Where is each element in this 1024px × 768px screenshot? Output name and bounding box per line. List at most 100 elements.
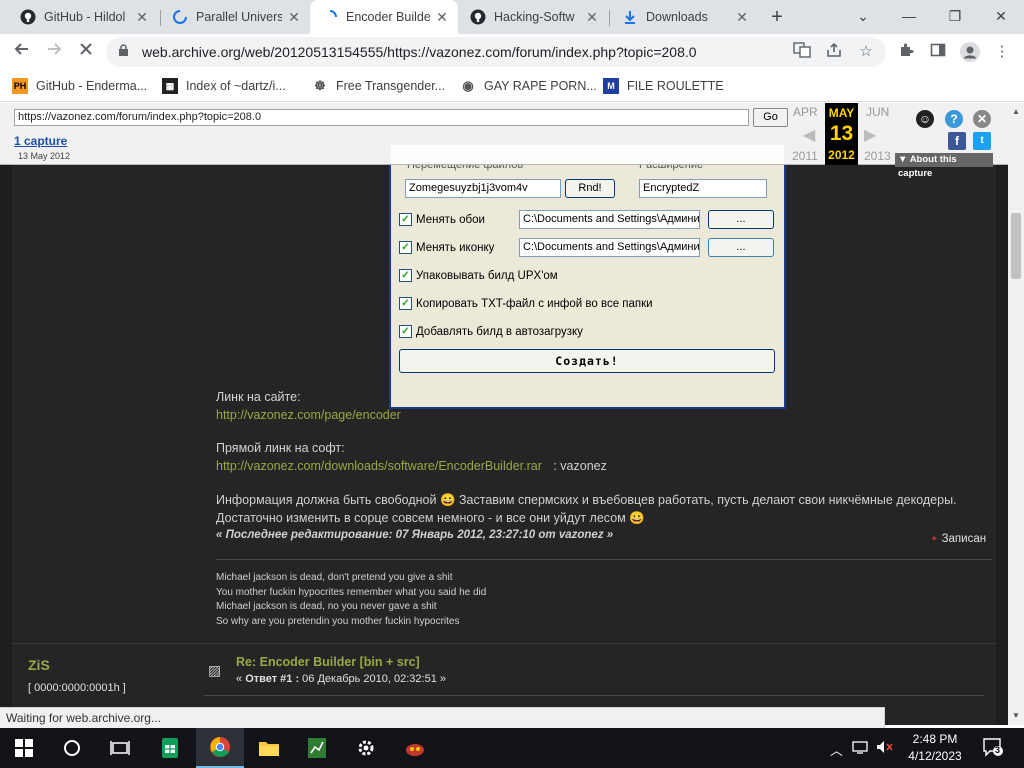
settings-gear-icon [358,740,374,756]
icon-path-field: C:\Documents and Settings\Админи [519,238,700,257]
checkbox-checked-icon: ✓ [399,325,412,338]
scroll-up-icon[interactable]: ▲ [1012,107,1020,116]
info-line-2: Достаточно изменить в сорце совсем немно… [216,511,645,525]
close-tab-icon[interactable]: ✕ [434,9,450,26]
maximize-button[interactable]: ❐ [940,4,970,28]
game-app-icon [406,744,424,756]
system-clock[interactable]: 2:48 PM 4/12/2023 [900,731,970,765]
bookmark-github-enderman[interactable]: PH GitHub - Enderma... [12,76,147,96]
prev-month[interactable]: APR [793,105,818,119]
notification-center-icon[interactable]: 3 [982,737,1004,760]
task-view-icon [110,741,130,755]
search-button[interactable] [48,728,96,768]
tab-title: Hacking-Softw [494,10,575,24]
post-author[interactable]: ZiS [28,657,50,673]
taskbar-sheets[interactable] [146,728,194,768]
start-button[interactable] [0,728,48,768]
tab-title: Downloads [646,10,708,24]
scroll-down-icon[interactable]: ▼ [1012,711,1020,720]
wayback-url-input[interactable]: https://vazonez.com/forum/index.php?topi… [14,109,749,126]
tab-strip: GitHub - Hildol ✕ Parallel Univers ✕ Enc… [0,0,1024,34]
tab-hacking-software[interactable]: Hacking-Softw ✕ [458,0,608,34]
translate-icon[interactable] [792,42,812,62]
prev-capture-arrow-icon[interactable]: ◀ [803,125,815,145]
close-toolbar-icon[interactable]: ✕ [973,110,991,128]
wayback-toolbar: https://vazonez.com/forum/index.php?topi… [0,103,1008,179]
task-view-button[interactable] [96,728,144,768]
close-tab-icon[interactable]: ✕ [734,9,750,26]
help-icon[interactable]: ? [945,110,963,128]
current-year: 2012 [828,148,855,162]
address-bar[interactable]: web.archive.org/web/20120513154555/https… [106,37,886,67]
bookmark-star-icon[interactable]: ☆ [856,42,876,62]
saved-label-text: Записан [941,533,987,545]
status-offline-icon: ✦ [930,534,939,545]
reply-meta-prefix: « [236,673,246,685]
volume-muted-icon[interactable] [876,740,894,757]
new-tab-button[interactable]: + [766,6,788,28]
dialog-extension-field: EncryptedZ [639,179,767,198]
close-window-button[interactable]: ✕ [986,4,1016,28]
dialog-row-label: Копировать TXT-файл с инфой во все папки [416,297,653,310]
network-icon[interactable] [852,740,868,757]
tab-downloads[interactable]: Downloads ✕ [610,0,758,34]
close-tab-icon[interactable]: ✕ [286,9,302,26]
page-scrollbar[interactable]: ▲ ▼ [1008,103,1024,725]
current-day: 13 [829,122,854,145]
tab-search-button[interactable]: ⌄ [848,4,878,28]
taskbar-settings[interactable] [342,728,390,768]
globe-icon: ◉ [462,78,474,93]
scrollbar-thumb[interactable] [1011,213,1021,279]
account-icon[interactable]: ☺ [916,110,934,128]
pornhub-icon: PH [12,78,28,94]
taskbar-app-chart[interactable] [293,728,341,768]
twitter-icon[interactable]: t [973,132,991,150]
next-year[interactable]: 2013 [864,149,891,163]
profile-avatar-icon[interactable] [960,42,980,62]
next-month[interactable]: JUN [866,105,889,119]
side-panel-icon[interactable] [928,42,948,62]
taskbar-chrome[interactable] [196,728,244,768]
github-icon [20,9,36,25]
checkbox-checked-icon: ✓ [399,213,412,226]
back-button[interactable] [10,40,34,64]
bookmarks-bar: PH GitHub - Enderma... ▦ Index of ~dartz… [0,70,1024,102]
tab-parallel-universe[interactable]: Parallel Univers ✕ [160,0,310,34]
current-capture-date: MAY 13 2012 [825,103,858,165]
direct-download-link[interactable]: http://vazonez.com/downloads/software/En… [216,459,542,473]
about-capture-button[interactable]: ▼ About this capture [895,153,993,179]
forward-button[interactable] [42,40,66,64]
folder-grid-icon: ▦ [162,78,178,94]
extensions-icon[interactable] [896,42,916,62]
captures-link[interactable]: 1 capture [14,134,67,148]
taskbar-file-explorer[interactable] [245,728,293,768]
tab-github-hildol[interactable]: GitHub - Hildol ✕ [8,0,158,34]
facebook-icon[interactable]: f [948,132,966,150]
bookmark-index-dartz[interactable]: ▦ Index of ~dartz/i... [162,76,286,96]
tab-encoder-builder[interactable]: Encoder Builde ✕ [310,0,458,34]
post-body: Линк на сайте: http://vazonez.com/page/e… [216,388,957,527]
show-hidden-icons-icon[interactable]: ︿ [830,740,843,759]
reply-title-link[interactable]: Re: Encoder Builder [bin + src] [236,655,420,669]
stop-loading-button[interactable] [74,40,98,64]
bookmark-gay-rape-porn[interactable]: ◉ GAY RAPE PORN... [460,76,596,96]
prev-year[interactable]: 2011 [792,149,818,163]
next-capture-arrow-icon[interactable]: ▶ [864,125,876,145]
signature-line: Michael jackson is dead, no you never ga… [216,601,437,612]
bookmark-file-roulette[interactable]: M FILE ROULETTE [603,76,724,96]
wayback-go-button[interactable]: Go [753,108,788,127]
close-tab-icon[interactable]: ✕ [584,9,600,26]
forum-post: Перемещение файлов Расширение Zomegesuyz… [12,143,996,643]
reply-date: 06 Декабрь 2010, 02:32:51 » [299,673,446,685]
direct-link-author: : vazonez [553,459,607,473]
minimize-button[interactable]: — [894,4,924,28]
close-tab-icon[interactable]: ✕ [134,9,150,26]
file-roulette-icon: M [603,78,619,94]
create-build-button: Создать! [399,349,775,373]
bookmark-free-transgender[interactable]: ☸ Free Transgender... [312,76,445,96]
site-link[interactable]: http://vazonez.com/page/encoder [216,408,401,422]
menu-kebab-icon[interactable]: ⋮ [992,42,1012,62]
share-icon[interactable] [824,42,844,62]
reply-meta: « Ответ #1 : 06 Декабрь 2010, 02:32:51 » [236,673,446,685]
taskbar-game-app[interactable] [391,728,439,768]
